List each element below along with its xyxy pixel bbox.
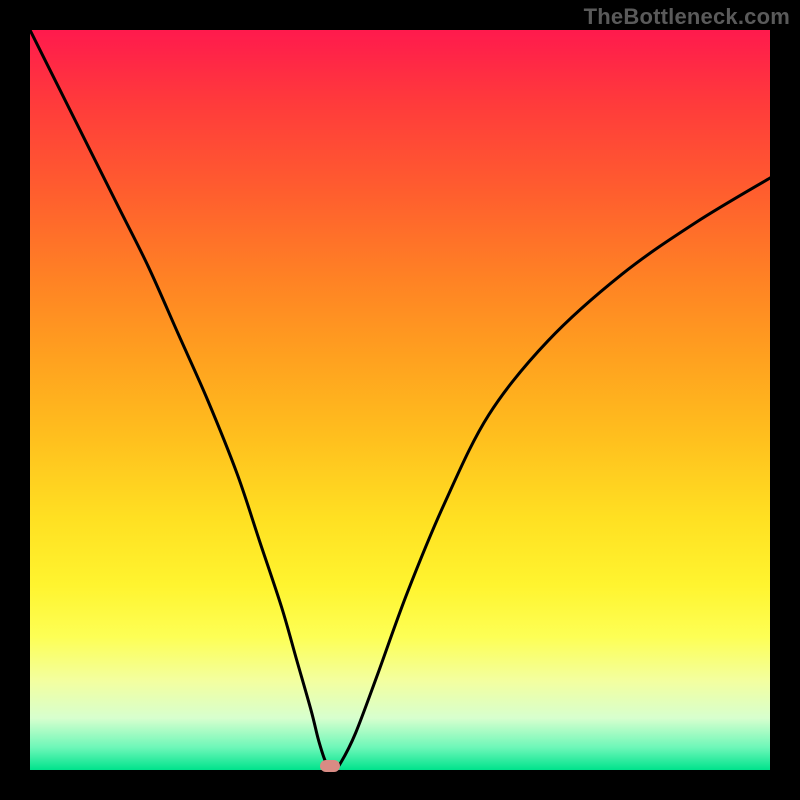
watermark-text: TheBottleneck.com (584, 4, 790, 30)
plot-area (30, 30, 770, 770)
bottleneck-curve (30, 30, 770, 770)
chart-frame: TheBottleneck.com (0, 0, 800, 800)
minimum-marker (320, 760, 340, 772)
